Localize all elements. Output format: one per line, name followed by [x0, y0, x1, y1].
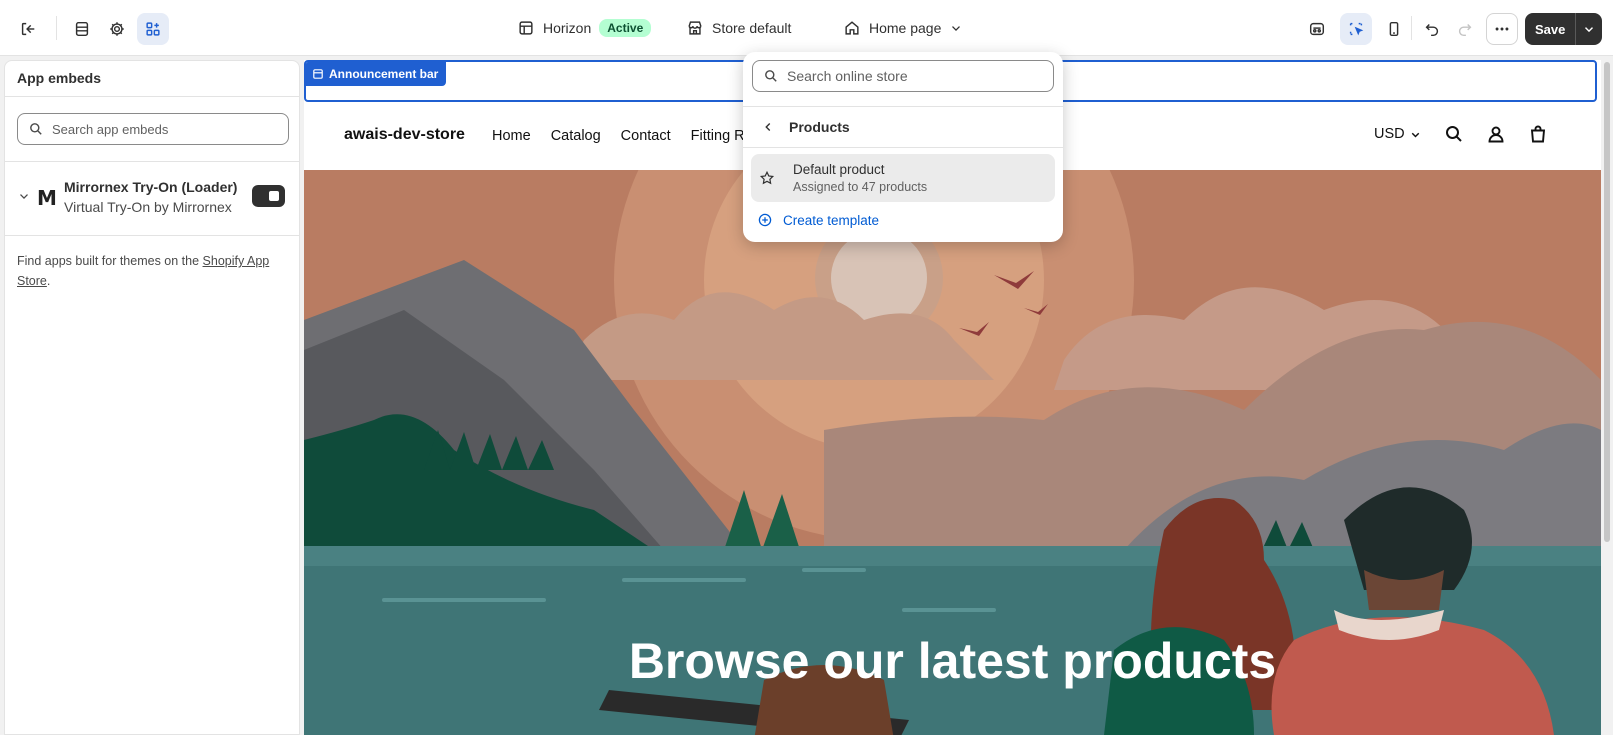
sections-icon: [75, 21, 89, 37]
chevron-down-icon: [1411, 132, 1419, 137]
store-icon: [688, 21, 702, 35]
app-embed-toggle[interactable]: [252, 185, 285, 207]
app-embed-provider: Virtual Try-On by Mirrornex: [64, 199, 232, 215]
create-template-label: Create template: [783, 212, 880, 228]
apps-icon: [146, 22, 160, 36]
redo-icon: [1458, 23, 1472, 37]
hero-title: Browse our latest products: [628, 633, 1277, 689]
app-embeds-search-input[interactable]: [52, 121, 272, 137]
app-embed-name: Mirrornex Try-On (Loader): [64, 179, 238, 195]
store-nav: Home Catalog Contact Fitting R: [492, 128, 745, 144]
section-icon: [313, 69, 323, 79]
undo-icon: [1425, 23, 1439, 37]
inspector-icon: [1309, 22, 1325, 36]
save-options-button[interactable]: [1576, 13, 1602, 45]
create-template-button[interactable]: Create template: [757, 206, 879, 234]
panel-title: App embeds: [5, 61, 299, 97]
announcement-bar-tag[interactable]: Announcement bar: [306, 62, 447, 86]
more-actions-button[interactable]: [1486, 13, 1518, 45]
nav-item-fitting[interactable]: Fitting R: [691, 128, 745, 144]
mobile-icon: [1389, 21, 1399, 37]
announcement-bar-label: Announcement bar: [329, 67, 439, 81]
divider: [5, 161, 299, 162]
theme-name: Horizon: [543, 20, 592, 36]
template-title: Default product: [793, 162, 885, 177]
template-default-product[interactable]: Default product Assigned to 47 products: [751, 154, 1055, 202]
template-assignment: Assigned to 47 products: [793, 180, 928, 194]
inspector-button[interactable]: [1301, 13, 1333, 45]
app-embed-row[interactable]: M Mirrornex Try-On (Loader) Virtual Try-…: [5, 173, 299, 223]
undo-button[interactable]: [1416, 13, 1448, 45]
currency-label: USD: [1374, 126, 1405, 142]
editor-topbar: Horizon Active Store default Home page S…: [0, 0, 1613, 56]
page-selector[interactable]: Home page: [843, 16, 963, 40]
search-icon[interactable]: [1444, 124, 1464, 144]
cursor-select-icon: [1349, 22, 1364, 36]
gear-icon: [110, 22, 124, 36]
app-embeds-search: [17, 113, 289, 145]
nav-item-contact[interactable]: Contact: [621, 128, 671, 144]
layout-icon: [519, 21, 533, 35]
app-logo: M: [37, 186, 57, 210]
store-brand[interactable]: awais-dev-store: [344, 126, 465, 144]
store-context-label: Store default: [712, 20, 792, 36]
preview-scrollbar-thumb[interactable]: [1604, 62, 1610, 542]
exit-button[interactable]: [12, 13, 44, 45]
toolbar-divider: [1411, 16, 1412, 40]
home-icon: [845, 21, 859, 35]
status-badge: Active: [599, 19, 652, 37]
select-element-button[interactable]: [1340, 13, 1372, 45]
section-title: Products: [789, 119, 850, 135]
online-store-search-input[interactable]: [787, 68, 1037, 84]
find-apps-suffix: .: [46, 274, 51, 288]
chevron-down-icon[interactable]: [17, 189, 31, 203]
chevron-left-icon: [765, 123, 771, 131]
currency-selector[interactable]: USD: [1374, 126, 1422, 142]
sections-button[interactable]: [66, 13, 98, 45]
store-header-actions: USD: [1374, 124, 1548, 144]
theme-settings-button[interactable]: [101, 13, 133, 45]
find-apps-text: Find apps built for themes on the Shopif…: [17, 251, 287, 291]
hero-banner[interactable]: Browse our latest products: [304, 170, 1601, 735]
search-icon: [765, 70, 777, 82]
chevron-down-icon: [952, 26, 961, 31]
app-embeds-button[interactable]: [137, 13, 169, 45]
divider: [5, 235, 299, 236]
page-selector-label: Home page: [869, 20, 942, 36]
toolbar-divider: [56, 16, 57, 40]
divider: [743, 106, 1063, 107]
divider: [743, 147, 1063, 148]
cart-icon[interactable]: [1528, 124, 1548, 144]
mobile-preview-button[interactable]: [1378, 13, 1410, 45]
find-apps-prefix: Find apps built for themes on the: [17, 254, 203, 268]
nav-item-home[interactable]: Home: [492, 128, 531, 144]
save-button[interactable]: Save: [1525, 13, 1577, 45]
plus-circle-icon: [758, 213, 772, 227]
back-to-categories[interactable]: Products: [753, 112, 1053, 142]
app-embeds-panel: App embeds M Mirrornex Try-On (Loader) V…: [4, 60, 300, 735]
redo-button[interactable]: [1449, 13, 1481, 45]
ellipsis-icon: [1495, 27, 1509, 31]
online-store-search: [752, 60, 1054, 92]
chevron-down-icon: [1585, 27, 1594, 33]
save-button-group: Save: [1525, 13, 1603, 45]
search-icon: [30, 123, 42, 135]
theme-info[interactable]: Horizon Active: [517, 16, 652, 40]
star-icon: [759, 170, 775, 185]
exit-icon: [21, 22, 35, 36]
page-selector-dropdown: Products Default product Assigned to 47 …: [743, 52, 1063, 242]
store-context-selector[interactable]: Store default: [686, 16, 791, 40]
nav-item-catalog[interactable]: Catalog: [551, 128, 601, 144]
account-icon[interactable]: [1486, 124, 1506, 144]
